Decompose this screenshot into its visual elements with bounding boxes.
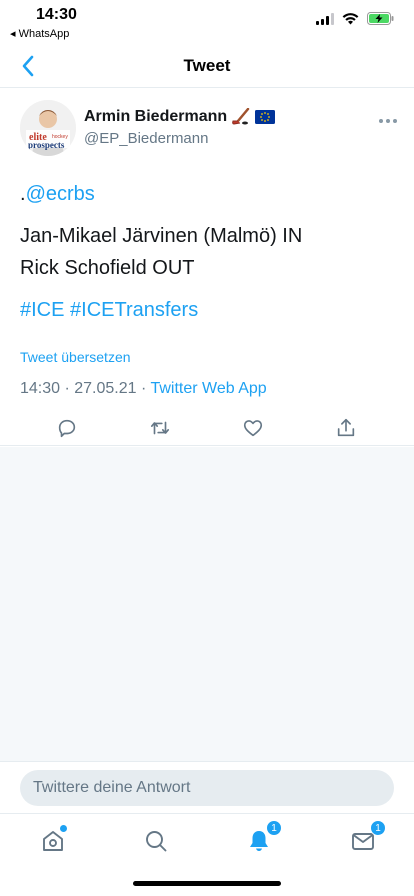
notifications-badge: 1 xyxy=(266,820,282,836)
author-name[interactable]: Armin Biedermann xyxy=(84,108,276,126)
page-title: Tweet xyxy=(183,56,231,75)
messages-badge: 1 xyxy=(370,820,386,836)
tab-home[interactable] xyxy=(36,824,70,858)
source-app-link[interactable]: Twitter Web App xyxy=(150,380,266,397)
hashtag-link[interactable]: #ICETransfers xyxy=(70,299,198,321)
tab-messages[interactable]: 1 xyxy=(346,820,386,858)
replies-area xyxy=(0,447,414,761)
status-bar: 14:30 ◂ WhatsApp xyxy=(0,0,414,44)
mention-link[interactable]: @ecrbs xyxy=(26,183,95,205)
back-to-app-link[interactable]: ◂ WhatsApp xyxy=(10,27,69,40)
translate-tweet-link[interactable]: Tweet übersetzen xyxy=(20,349,131,365)
reply-button[interactable] xyxy=(53,414,81,442)
reply-icon xyxy=(58,419,76,438)
tweet-text: .@ecrbs Jan-Mikael Järvinen (Malmö) IN R… xyxy=(20,178,400,326)
more-options-button[interactable] xyxy=(376,114,400,128)
signal-icon xyxy=(316,12,334,25)
tweet-line-1: Jan-Mikael Järvinen (Malmö) IN xyxy=(20,225,303,247)
retweet-button[interactable] xyxy=(146,414,174,442)
tab-bar: 1 1 xyxy=(0,813,414,896)
like-button[interactable] xyxy=(239,414,267,442)
status-time: 14:30 xyxy=(36,6,77,23)
tweet-mention-line: .@ecrbs xyxy=(20,178,400,210)
avatar[interactable]: elite hockey prospects xyxy=(20,100,76,156)
retweet-icon xyxy=(150,421,170,435)
author-handle[interactable]: @EP_Biedermann xyxy=(84,130,208,147)
status-icons xyxy=(316,12,394,25)
wifi-icon xyxy=(342,12,359,24)
tweet-line-2: Rick Schofield OUT xyxy=(20,257,195,279)
tweet-author: elite hockey prospects Armin Biedermann xyxy=(20,100,400,160)
reply-bar xyxy=(0,761,414,813)
eu-flag-icon xyxy=(255,110,276,124)
share-icon xyxy=(337,418,355,437)
search-icon xyxy=(146,831,167,852)
logo-text-prospects: prospects xyxy=(28,140,65,150)
new-content-dot xyxy=(60,825,67,832)
tweet-timestamp: 14:30 · 27.05.21 · xyxy=(20,380,151,397)
nav-bar: Tweet xyxy=(0,44,414,88)
hashtag-link[interactable]: #ICE xyxy=(20,299,64,321)
heart-icon xyxy=(243,420,263,437)
tab-search[interactable] xyxy=(139,824,173,858)
share-button[interactable] xyxy=(332,414,360,442)
battery-charging-icon xyxy=(367,12,394,25)
reply-input[interactable] xyxy=(20,770,394,806)
tab-notifications[interactable]: 1 xyxy=(242,820,282,858)
home-indicator[interactable] xyxy=(133,881,281,886)
avatar-image: elite hockey prospects xyxy=(20,100,76,156)
more-icon xyxy=(379,119,397,123)
hockey-stick-icon xyxy=(232,108,250,125)
tweet-actions xyxy=(0,410,414,446)
author-name-text: Armin Biedermann xyxy=(84,108,228,125)
hashtag-line: #ICE #ICETransfers xyxy=(20,294,400,326)
tweet-metadata: 14:30 · 27.05.21 · Twitter Web App xyxy=(20,380,267,398)
